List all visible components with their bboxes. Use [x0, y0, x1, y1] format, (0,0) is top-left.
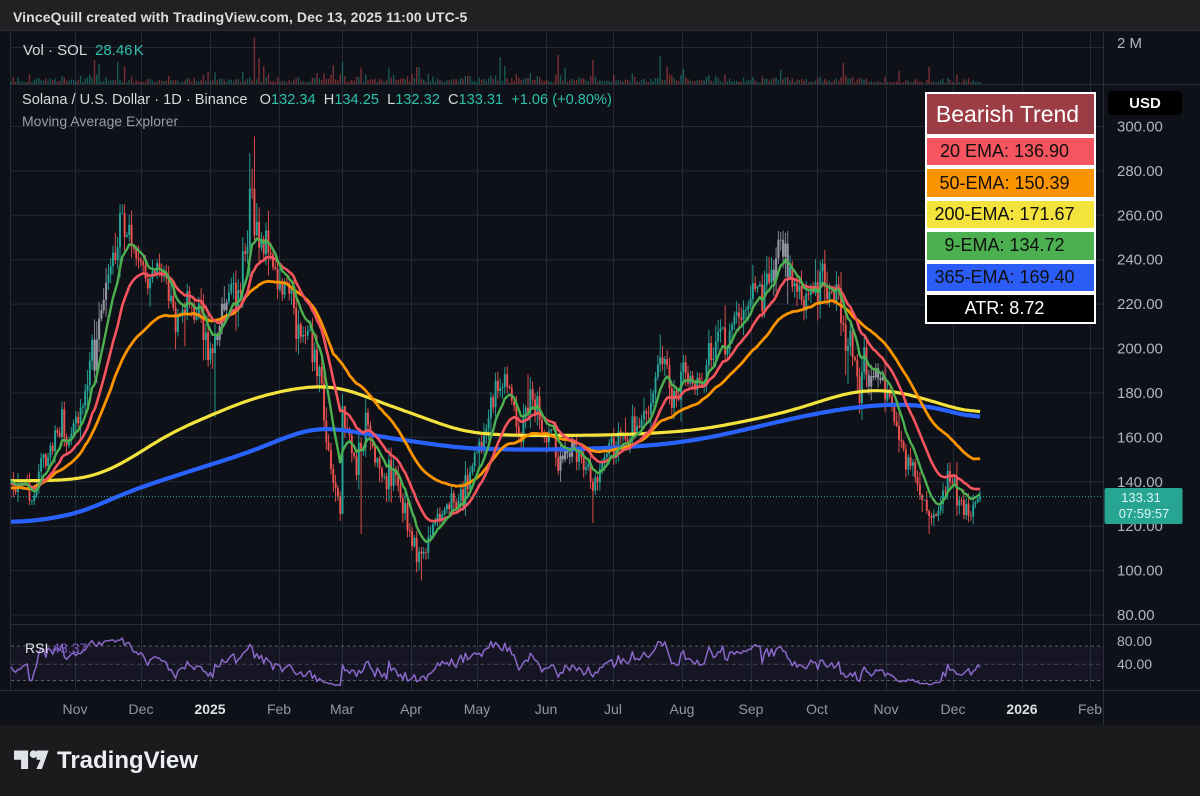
svg-text:300.00: 300.00 [1117, 119, 1163, 136]
svg-text:80.00: 80.00 [1117, 607, 1155, 624]
svg-text:May: May [464, 701, 490, 717]
svg-text:Jul: Jul [604, 701, 622, 717]
svg-text:Jun: Jun [535, 701, 558, 717]
svg-text:200.00: 200.00 [1117, 341, 1163, 358]
svg-text:Mar: Mar [330, 701, 354, 717]
svg-text:160.00: 160.00 [1117, 429, 1163, 446]
svg-text:TradingView: TradingView [57, 748, 198, 774]
svg-text:Nov: Nov [874, 701, 899, 717]
svg-text:40.00: 40.00 [1117, 656, 1152, 672]
svg-text:Feb: Feb [267, 701, 291, 717]
svg-text:Nov: Nov [63, 701, 88, 717]
svg-text:Sep: Sep [739, 701, 764, 717]
svg-text:Feb: Feb [1078, 701, 1102, 717]
svg-text:2 M: 2 M [1117, 35, 1142, 52]
svg-text:180.00: 180.00 [1117, 385, 1163, 402]
svg-text:133.31: 133.31 [1121, 490, 1161, 505]
svg-text:100.00: 100.00 [1117, 563, 1163, 580]
svg-text:260.00: 260.00 [1117, 207, 1163, 224]
svg-text:240.00: 240.00 [1117, 252, 1163, 269]
svg-text:Aug: Aug [670, 701, 695, 717]
svg-text:Apr: Apr [400, 701, 422, 717]
svg-text:220.00: 220.00 [1117, 296, 1163, 313]
svg-text:2025: 2025 [194, 701, 225, 717]
svg-text:80.00: 80.00 [1117, 633, 1152, 649]
svg-text:Dec: Dec [941, 701, 966, 717]
svg-text:Dec: Dec [129, 701, 154, 717]
svg-text:07:59:57: 07:59:57 [1119, 506, 1170, 521]
svg-text:Oct: Oct [806, 701, 828, 717]
svg-text:280.00: 280.00 [1117, 163, 1163, 180]
svg-text:2026: 2026 [1006, 701, 1037, 717]
